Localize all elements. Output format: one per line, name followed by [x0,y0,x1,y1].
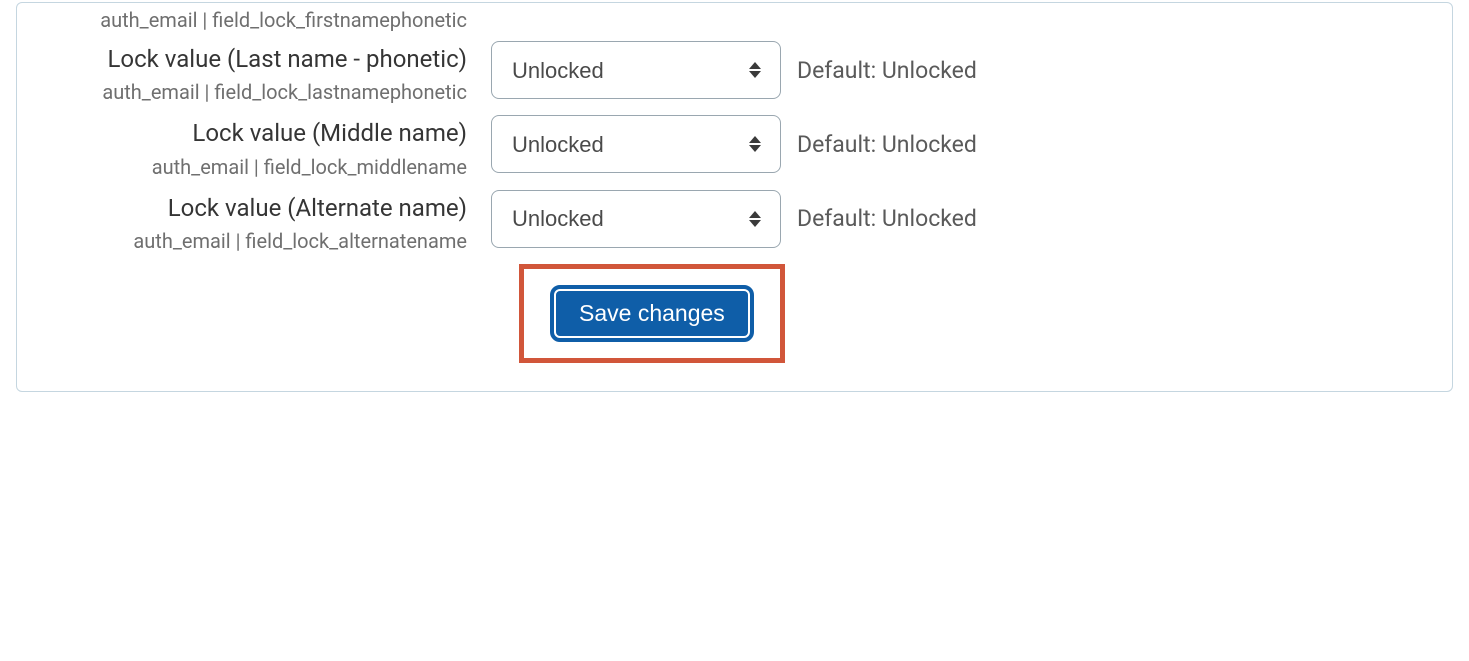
select-wrap: Unlocked [491,190,781,248]
label-col: Lock value (Alternate name) auth_email |… [41,184,491,256]
highlight-box: Save changes [519,264,785,363]
label-col: Lock value (Middle name) auth_email | fi… [41,109,491,181]
lock-select-alternatename[interactable]: Unlocked [491,190,781,248]
setting-label: Lock value (Middle name) [41,117,467,149]
setting-meta: auth_email | field_lock_firstnamephoneti… [41,5,467,35]
setting-row-alternatename: Lock value (Alternate name) auth_email |… [41,184,1428,256]
setting-label: Lock value (Alternate name) [41,192,467,224]
control-col: Unlocked Default: Unlocked [491,109,977,173]
setting-meta: auth_email | field_lock_alternatename [41,226,467,256]
lock-select-lastname-phonetic[interactable]: Unlocked [491,41,781,99]
setting-meta: auth_email | field_lock_middlename [41,152,467,182]
lock-select-middlename[interactable]: Unlocked [491,115,781,173]
settings-panel: auth_email | field_lock_firstnamephoneti… [16,2,1453,392]
setting-label: Lock value (Last name - phonetic) [41,43,467,75]
setting-row-middlename: Lock value (Middle name) auth_email | fi… [41,109,1428,181]
setting-row-lastname-phonetic: Lock value (Last name - phonetic) auth_e… [41,35,1428,107]
default-text: Default: Unlocked [797,57,977,84]
control-col: Unlocked Default: Unlocked [491,184,977,248]
default-text: Default: Unlocked [797,131,977,158]
select-wrap: Unlocked [491,115,781,173]
select-wrap: Unlocked [491,41,781,99]
default-text: Default: Unlocked [797,205,977,232]
button-row: Save changes [41,264,1428,363]
save-changes-button[interactable]: Save changes [552,287,752,340]
control-col: Unlocked Default: Unlocked [491,35,977,99]
label-col: Lock value (Last name - phonetic) auth_e… [41,35,491,107]
setting-meta: auth_email | field_lock_lastnamephonetic [41,77,467,107]
orphan-meta-row: auth_email | field_lock_firstnamephoneti… [41,3,1428,35]
